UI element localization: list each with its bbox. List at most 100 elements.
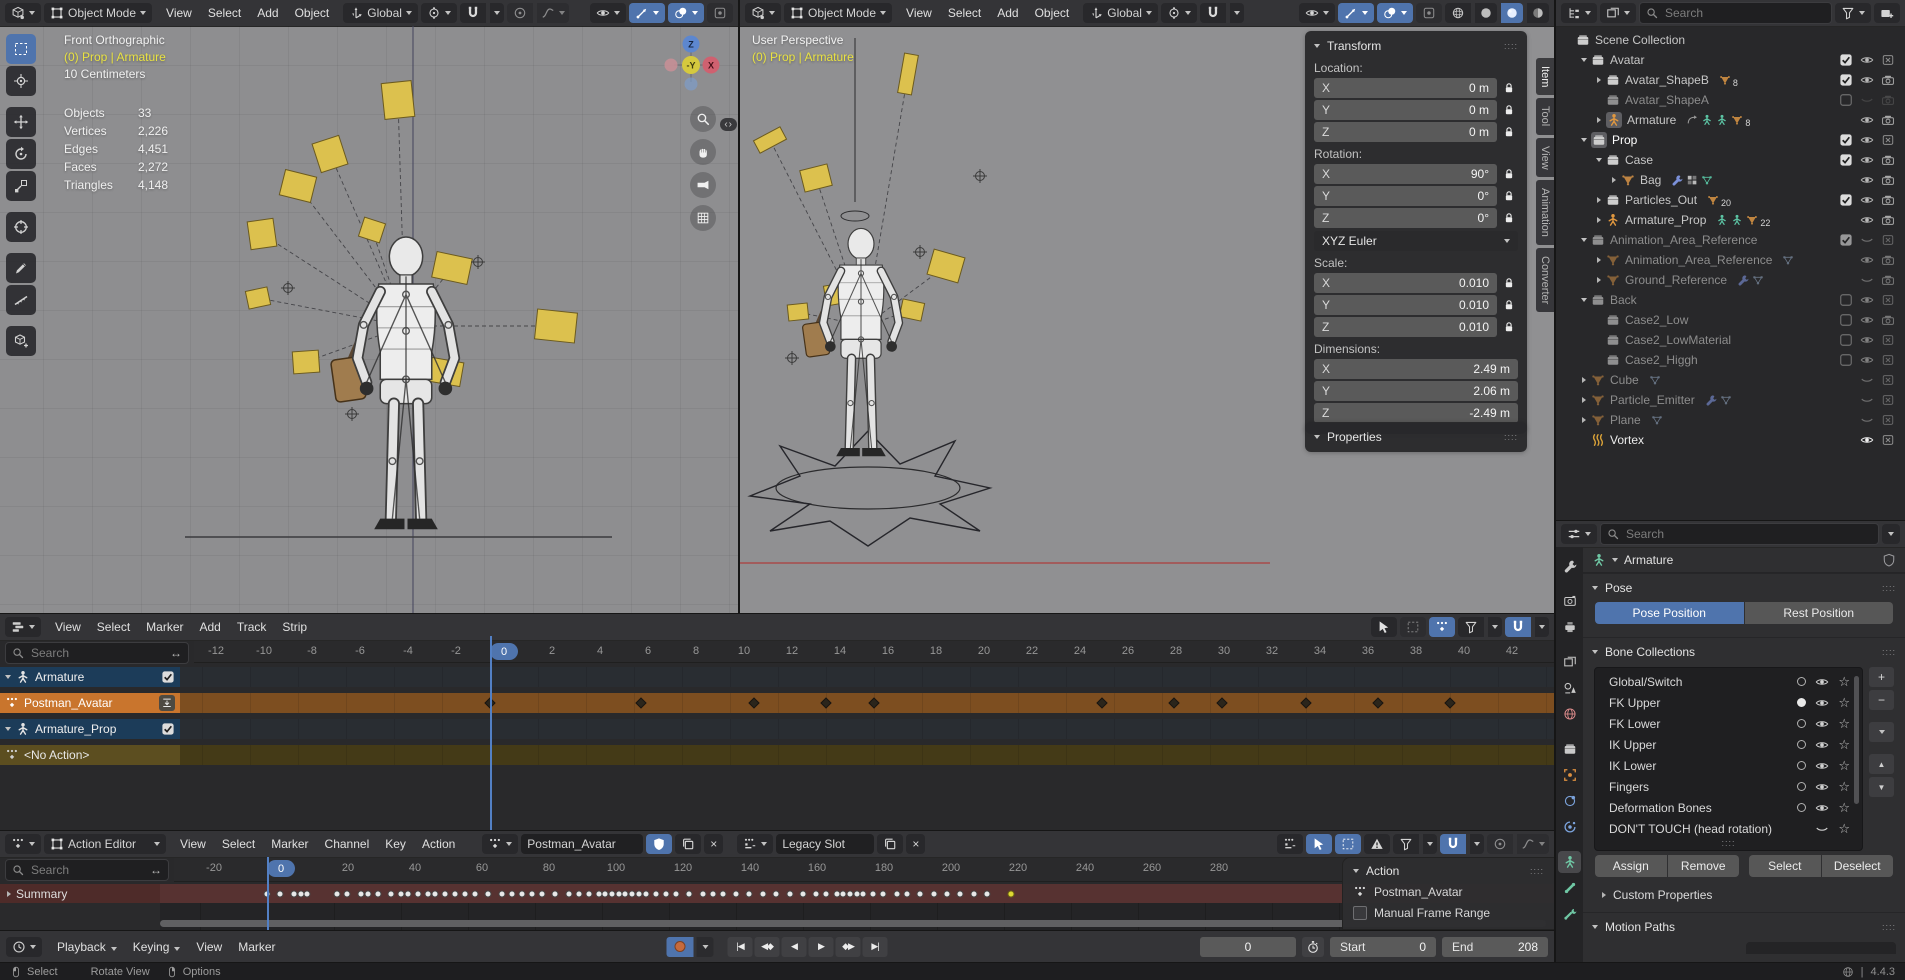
toggle-eye[interactable] xyxy=(1859,53,1875,67)
xray-toggle[interactable] xyxy=(707,3,733,23)
orientation-select[interactable]: Global xyxy=(343,3,418,23)
track-checkbox[interactable] xyxy=(161,670,175,684)
toggle-cam[interactable] xyxy=(1880,273,1896,287)
expand-toggle[interactable] xyxy=(1577,298,1591,302)
dope-mode-select[interactable]: Action Editor xyxy=(44,834,166,854)
scale-z-field[interactable]: Z0.010 xyxy=(1314,317,1497,337)
nla-keyframe[interactable] xyxy=(748,697,759,708)
keyframe-dot[interactable] xyxy=(662,890,669,897)
solo-toggle[interactable] xyxy=(1797,677,1806,686)
bone-collection-fingers[interactable]: Fingers☆ xyxy=(1595,776,1862,797)
keyframe-dot[interactable] xyxy=(880,890,887,897)
bone-collection-fk-upper[interactable]: FK Upper☆ xyxy=(1595,692,1862,713)
camera-view-button[interactable] xyxy=(690,172,716,198)
keyframe-dot[interactable] xyxy=(970,890,977,897)
scale-x-field[interactable]: X0.010 xyxy=(1314,273,1497,293)
outliner-item-vortex[interactable]: Vortex xyxy=(1556,430,1905,450)
keyframe-dot[interactable] xyxy=(642,890,649,897)
properties-tab-world[interactable] xyxy=(1558,703,1581,725)
manual-frame-range-checkbox[interactable] xyxy=(1353,906,1367,920)
outliner-item-bag[interactable]: Bag xyxy=(1556,170,1905,190)
lock-icon[interactable] xyxy=(1503,126,1518,138)
eye-open-toggle[interactable] xyxy=(1815,780,1829,794)
keyframe-dot[interactable] xyxy=(528,890,535,897)
current-frame-badge[interactable]: 0 xyxy=(267,860,295,877)
remove-button[interactable]: Remove xyxy=(1668,855,1740,877)
toggle-cam[interactable] xyxy=(1880,113,1896,127)
tool-annotate-button[interactable] xyxy=(6,253,36,283)
rotation-z-field[interactable]: Z0° xyxy=(1314,208,1497,228)
outliner-item-plane[interactable]: Plane xyxy=(1556,410,1905,430)
track-channel[interactable]: Armature xyxy=(0,667,180,687)
solo-toggle[interactable] xyxy=(1797,782,1806,791)
toggle-excl[interactable] xyxy=(1880,133,1896,147)
toggle-cam[interactable] xyxy=(1880,73,1896,87)
bone-collection-ik-lower[interactable]: IK Lower☆ xyxy=(1595,755,1862,776)
mode-select[interactable]: Object Mode xyxy=(784,3,892,23)
custom-properties-row[interactable]: Custom Properties xyxy=(1592,884,1896,906)
properties-tab-render[interactable] xyxy=(1558,590,1581,612)
toggle-cb-off[interactable] xyxy=(1838,293,1854,307)
keyframe-dot[interactable] xyxy=(930,890,937,897)
dope-menu-key[interactable]: Key xyxy=(378,835,413,853)
expand-toggle[interactable] xyxy=(1592,77,1606,83)
properties-tab-physics[interactable] xyxy=(1558,816,1581,838)
specials-menu-button[interactable] xyxy=(1869,722,1894,742)
keyframe-dot[interactable] xyxy=(719,890,726,897)
outliner-item-avatar[interactable]: Avatar xyxy=(1556,50,1905,70)
tweak-tool-button[interactable] xyxy=(1306,834,1332,854)
current-frame-badge[interactable]: 0 xyxy=(490,643,518,660)
favorite-star-toggle[interactable]: ☆ xyxy=(1838,719,1850,729)
track-checkbox[interactable] xyxy=(161,722,175,736)
toggle-cb-off[interactable] xyxy=(1838,93,1854,107)
action-name-field[interactable]: Postman_Avatar xyxy=(521,834,643,854)
toggle-cb-off[interactable] xyxy=(1838,313,1854,327)
track-channel[interactable]: Armature_Prop xyxy=(0,719,180,739)
outliner-item-scene-collection[interactable]: Scene Collection xyxy=(1556,30,1905,50)
next-keyframe-button[interactable]: ◆▶ xyxy=(836,937,861,957)
add-collection-button[interactable]: + xyxy=(1869,667,1894,687)
fake-user-toggle[interactable] xyxy=(646,834,672,854)
outliner-item-animation-area-reference[interactable]: Animation_Area_Reference xyxy=(1556,250,1905,270)
snapping-options[interactable] xyxy=(1470,834,1484,854)
keyframe-dot[interactable] xyxy=(334,890,341,897)
keyframe-dot[interactable] xyxy=(344,890,351,897)
lock-icon[interactable] xyxy=(1503,321,1518,333)
nla-menu-strip[interactable]: Strip xyxy=(275,618,314,636)
unlink-slot-button[interactable]: × xyxy=(906,834,925,854)
lock-icon[interactable] xyxy=(1503,299,1518,311)
viewport-user-perspective[interactable]: Object Mode ViewSelectAddObject Global xyxy=(740,0,1554,613)
horizontal-scrollbar[interactable] xyxy=(160,920,1546,927)
dope-menu-channel[interactable]: Channel xyxy=(318,835,377,853)
keyframe-dot[interactable] xyxy=(431,890,438,897)
tool-move-button[interactable] xyxy=(6,107,36,137)
chevron-down-icon[interactable] xyxy=(1612,558,1618,562)
properties-tab-bone[interactable] xyxy=(1558,877,1581,899)
keyframe-dot[interactable] xyxy=(471,890,478,897)
snap-toggle[interactable] xyxy=(460,3,486,23)
region-split-handle[interactable]: ‹› xyxy=(720,118,737,131)
snapping-toggle[interactable] xyxy=(1440,834,1466,854)
scale-y-field[interactable]: Y0.010 xyxy=(1314,295,1497,315)
fake-user-shield-icon[interactable] xyxy=(1882,553,1896,567)
pivot-select[interactable] xyxy=(421,3,457,23)
eye-closed-toggle[interactable] xyxy=(1815,822,1829,836)
keyframe-dot[interactable] xyxy=(451,890,458,897)
viewport-left-menu-object[interactable]: Object xyxy=(288,4,337,22)
deselect-button[interactable]: Deselect xyxy=(1822,855,1894,877)
tool-scale-button[interactable] xyxy=(6,171,36,201)
dope-menu-view[interactable]: View xyxy=(173,835,213,853)
duplicate-slot-button[interactable] xyxy=(877,834,903,854)
keyframe-dot[interactable] xyxy=(652,890,659,897)
keyframe-dot[interactable] xyxy=(565,890,572,897)
properties-search[interactable] xyxy=(1600,523,1879,545)
solo-toggle[interactable] xyxy=(1797,740,1806,749)
properties-tab-collection[interactable] xyxy=(1558,738,1581,760)
keyframe-dot[interactable] xyxy=(733,890,740,897)
proportional-toggle[interactable] xyxy=(1487,834,1513,854)
toggle-cb-on[interactable] xyxy=(1838,53,1854,67)
favorite-star-toggle[interactable]: ☆ xyxy=(1838,803,1850,813)
viewport-right-menu-view[interactable]: View xyxy=(899,4,939,22)
timeline-menu-view[interactable]: View xyxy=(189,938,229,956)
eye-open-toggle[interactable] xyxy=(1815,801,1829,815)
